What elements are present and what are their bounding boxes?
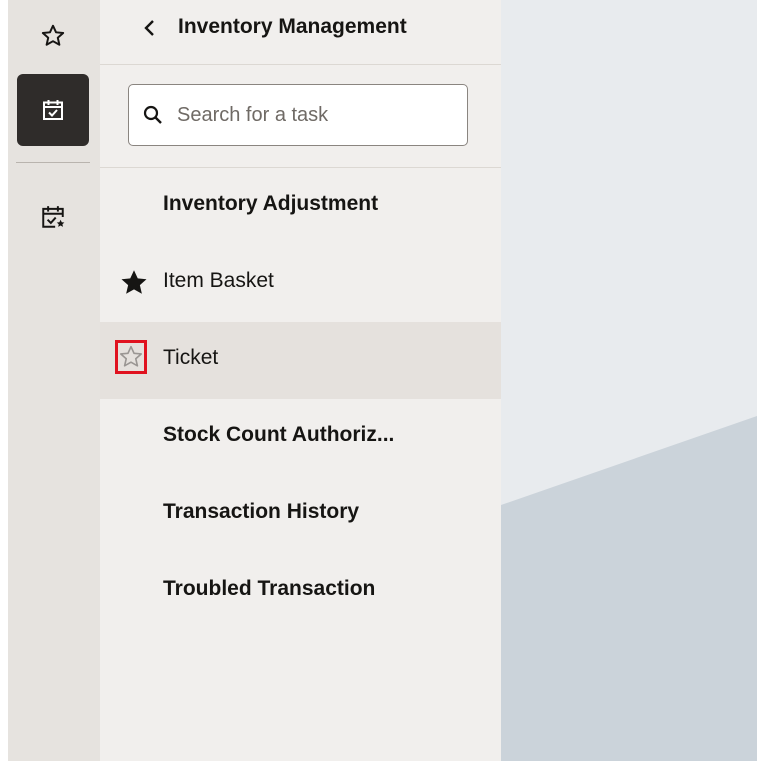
task-item-item-basket[interactable]: Item Basket	[100, 245, 501, 322]
rail-divider	[16, 162, 90, 163]
search-icon	[143, 105, 162, 124]
navigation-rail	[8, 0, 100, 761]
task-label: Item Basket	[163, 269, 274, 292]
task-panel: Inventory Management Inventory Adjustmen…	[100, 0, 501, 761]
task-label: Stock Count Authoriz...	[163, 423, 395, 446]
search-input[interactable]	[177, 99, 457, 131]
background-shape	[501, 416, 757, 761]
star-outline-icon	[41, 24, 65, 46]
favorite-tasks-rail-button[interactable]	[17, 181, 89, 253]
panel-header: Inventory Management	[100, 0, 501, 65]
page-title: Inventory Management	[178, 15, 407, 38]
tasks-rail-button[interactable]	[17, 74, 89, 146]
task-label: Transaction History	[163, 500, 360, 523]
star-outline-icon	[120, 345, 142, 367]
favorite-toggle[interactable]	[118, 267, 150, 299]
calendar-check-icon	[43, 100, 63, 120]
favorite-toggle[interactable]	[115, 340, 147, 374]
app-frame: Inventory Management Inventory Adjustmen…	[0, 0, 757, 761]
task-item-stock-count-authorization[interactable]: Stock Count Authoriz...	[100, 399, 501, 476]
task-label: Inventory Adjustment	[163, 192, 379, 215]
task-label: Troubled Transaction	[163, 577, 376, 600]
search-box[interactable]	[128, 84, 468, 146]
task-item-inventory-adjustment[interactable]: Inventory Adjustment	[100, 168, 501, 245]
star-filled-icon	[121, 270, 147, 294]
back-button[interactable]	[136, 14, 164, 42]
task-item-troubled-transaction[interactable]: Troubled Transaction	[100, 553, 501, 630]
main-content-area	[501, 0, 757, 761]
task-label: Ticket	[163, 346, 219, 369]
task-item-ticket[interactable]: Ticket	[100, 322, 501, 399]
task-list: Inventory Adjustment Item Basket Ticket	[100, 168, 501, 630]
task-item-transaction-history[interactable]: Transaction History	[100, 476, 501, 553]
calendar-check-star-icon	[42, 206, 65, 228]
chevron-left-icon	[144, 20, 154, 36]
favorites-rail-button[interactable]	[17, 0, 89, 72]
